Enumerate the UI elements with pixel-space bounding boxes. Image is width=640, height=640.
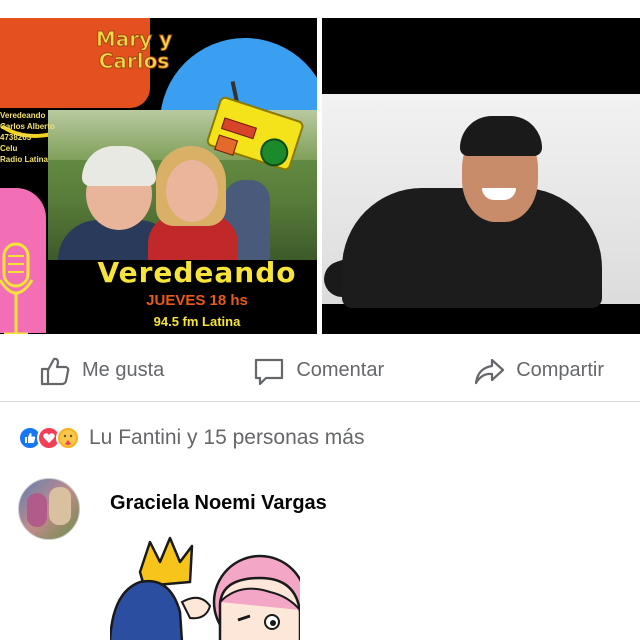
comment-button[interactable]: Comentar: [252, 354, 384, 388]
comment-author-name[interactable]: Graciela Noemi Vargas: [110, 492, 327, 515]
care-reaction-icon: [56, 426, 80, 450]
person-woman-head: [166, 160, 218, 222]
radio-button: [214, 134, 239, 156]
post-image-left[interactable]: Mary y Carlos Veredeando Carlos Alberto …: [0, 18, 317, 334]
avatar-photo-detail: [49, 487, 71, 525]
comment-label: Comentar: [296, 359, 385, 381]
like-label: Me gusta: [82, 359, 165, 381]
comment: Graciela Noemi Vargas: [18, 478, 638, 640]
station-info: Veredeando Carlos Alberto 4738265 Celu R…: [0, 111, 55, 164]
share-label: Compartir: [516, 359, 604, 381]
share-button[interactable]: Compartir: [472, 354, 604, 388]
post-action-bar: Me gusta Comentar Compartir: [0, 340, 640, 402]
flyer-title-line2: Carlos: [98, 49, 170, 73]
man-hair: [460, 116, 542, 156]
microphone-icon: [0, 242, 34, 334]
show-day: JUEVES 18 hs: [146, 292, 248, 309]
radio-speaker: [256, 134, 292, 171]
top-bar: [0, 0, 640, 18]
reaction-summary[interactable]: Lu Fantini y 15 personas más: [18, 424, 364, 452]
like-button[interactable]: Me gusta: [38, 354, 164, 388]
share-arrow-icon: [475, 358, 505, 384]
avatar[interactable]: [18, 478, 80, 540]
comment-bubble-icon: [255, 358, 284, 385]
show-title: Veredeando: [97, 256, 297, 289]
show-frequency: 94.5 fm Latina: [153, 314, 241, 329]
post-photos: Mary y Carlos Veredeando Carlos Alberto …: [0, 18, 640, 334]
thumbs-up-icon: [40, 357, 70, 385]
avatar-photo-detail: [27, 493, 47, 527]
reaction-summary-text: Lu Fantini y 15 personas más: [89, 426, 365, 449]
anime-sticker-image: [110, 536, 300, 640]
flyer-title: Mary y Carlos: [84, 27, 184, 73]
flyer-title-line1: Mary y: [95, 27, 173, 51]
post-image-right[interactable]: [322, 18, 640, 334]
